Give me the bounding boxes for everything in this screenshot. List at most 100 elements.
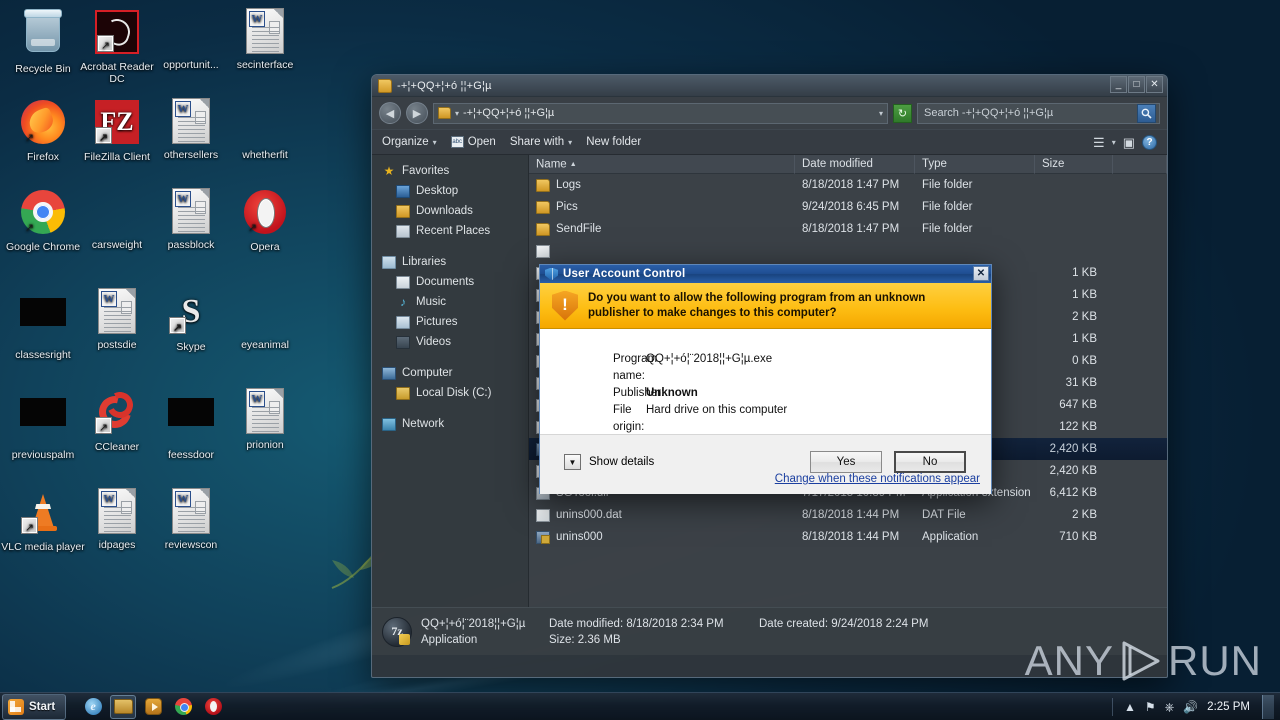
nav-item-network[interactable]: Network: [372, 414, 528, 434]
change-notifications-link[interactable]: Change when these notifications appear: [775, 473, 980, 485]
address-bar[interactable]: ▾ -+¦+QQ+¦+ó ¦¦+G¦µ ▾: [433, 102, 888, 124]
taskbar-clock[interactable]: 2:25 PM: [1207, 701, 1250, 713]
videos-icon: [396, 335, 410, 349]
show-hidden-icons-icon[interactable]: ▲: [1124, 701, 1136, 713]
column-header-date-modified[interactable]: Date modified: [795, 154, 915, 174]
status-date-created: Date created: 9/24/2018 2:24 PM: [759, 618, 928, 630]
minimize-button[interactable]: _: [1110, 76, 1127, 93]
vlc-icon: [19, 490, 67, 538]
close-icon[interactable]: ✕: [973, 266, 989, 281]
back-button[interactable]: ◀: [379, 102, 401, 124]
taskbar-item-media-player[interactable]: [140, 695, 166, 719]
uac-field-key: Program name:: [613, 353, 658, 382]
desktop-icon[interactable]: eyeanimal: [222, 288, 308, 351]
nav-item-downloads[interactable]: Downloads: [372, 201, 528, 221]
share-with-button[interactable]: Share with ▾: [510, 136, 572, 148]
nav-item-favorites[interactable]: ★ Favorites: [372, 161, 528, 181]
nav-item-libraries[interactable]: Libraries: [372, 252, 528, 272]
start-button[interactable]: Start: [2, 693, 67, 720]
show-details-toggle[interactable]: ▼ Show details: [564, 454, 654, 470]
word-document-glyph: W: [172, 488, 210, 534]
taskbar-item-internet-explorer[interactable]: [80, 695, 106, 719]
column-header-label: Type: [922, 157, 947, 170]
opera-icon: [204, 698, 222, 715]
file-row[interactable]: unins000.dat 8/18/2018 1:44 PM DAT File 2 K…: [529, 504, 1167, 526]
taskbar-item-opera[interactable]: [200, 695, 226, 719]
desktop-icon[interactable]: Wreviewscon: [148, 488, 234, 551]
music-icon: ♪: [400, 294, 406, 309]
desktop-icon[interactable]: whetherfit: [222, 98, 308, 161]
nav-item-videos[interactable]: Videos: [372, 332, 528, 352]
nav-item-pictures[interactable]: Pictures: [372, 312, 528, 332]
taskbar-quick-launch: [80, 694, 226, 719]
action-center-flag-icon[interactable]: ⚑: [1145, 701, 1156, 713]
search-box[interactable]: [917, 102, 1160, 124]
close-button[interactable]: ✕: [1146, 76, 1163, 93]
chevron-down-icon[interactable]: ▾: [1112, 138, 1116, 147]
column-header-spacer: [1113, 154, 1167, 174]
preview-pane-icon[interactable]: ▣: [1123, 136, 1135, 149]
user-account-control-dialog[interactable]: User Account Control ✕ ! Do you want to …: [539, 264, 992, 494]
yes-button[interactable]: Yes: [810, 451, 882, 473]
organize-button[interactable]: Organize ▾: [382, 136, 437, 148]
show-desktop-button[interactable]: [1262, 694, 1274, 719]
status-file-name: QQ+¦+ó¦¨2018¦¦+G¦µ: [421, 617, 526, 630]
maximize-button[interactable]: □: [1128, 76, 1145, 93]
firefox-glyph: [21, 100, 65, 146]
share-with-label: Share with: [509, 136, 565, 148]
uac-field: File origin: Hard drive on this computer: [540, 402, 991, 436]
chevron-down-icon[interactable]: ▾: [879, 109, 883, 118]
new-folder-button[interactable]: New folder: [586, 136, 641, 148]
desktop-icon[interactable]: Wsecinterface: [222, 8, 308, 71]
forward-button[interactable]: ▶: [406, 102, 428, 124]
search-icon[interactable]: [1137, 103, 1156, 123]
taskbar-item-google-chrome[interactable]: [170, 695, 196, 719]
word-document-icon: W: [93, 288, 141, 336]
file-name-text: unins000: [556, 531, 603, 543]
black-thumbnail-icon: [19, 298, 67, 346]
help-icon[interactable]: ?: [1142, 134, 1157, 150]
word-document-glyph: W: [98, 288, 136, 334]
refresh-icon[interactable]: ↻: [893, 103, 912, 123]
desktop-icon[interactable]: Opera: [222, 188, 308, 253]
open-button[interactable]: abc Open: [450, 136, 496, 148]
nav-item-recent-places[interactable]: Recent Places: [372, 221, 528, 241]
column-header-name[interactable]: Name ▲: [529, 154, 795, 174]
magnifier-glyph: [1141, 108, 1152, 119]
uac-question-text: Do you want to allow the following progr…: [588, 291, 926, 319]
blank-document-icon: [241, 288, 289, 336]
file-row[interactable]: Logs 8/18/2018 1:47 PM File folder: [529, 174, 1167, 196]
opera-glyph: [244, 190, 286, 236]
nav-item-computer[interactable]: Computer: [372, 363, 528, 383]
no-button[interactable]: No: [894, 451, 966, 473]
network-icon[interactable]: ⎈: [1165, 701, 1175, 713]
desktop-icon[interactable]: Wprionion: [222, 388, 308, 451]
search-input[interactable]: [924, 107, 1137, 119]
firefox-icon: [19, 100, 67, 148]
blank-document-glyph: [241, 288, 287, 334]
volume-icon[interactable]: 🔊: [1183, 701, 1198, 713]
explorer-titlebar[interactable]: -+¦+QQ+¦+ó ¦¦+G¦µ _ □ ✕: [372, 75, 1167, 97]
window-title: -+¦+QQ+¦+ó ¦¦+G¦µ: [397, 79, 492, 92]
nav-item-documents[interactable]: Documents: [372, 272, 528, 292]
file-date-cell: 8/18/2018 1:44 PM: [802, 509, 900, 521]
file-row[interactable]: SendFile 8/18/2018 1:47 PM File folder: [529, 218, 1167, 240]
view-mode-icon[interactable]: ☰: [1093, 136, 1105, 149]
nav-item-local-disk-c[interactable]: Local Disk (C:): [372, 383, 528, 403]
show-details-label: Show details: [589, 456, 655, 468]
nav-item-desktop[interactable]: Desktop: [372, 181, 528, 201]
file-row[interactable]: unins000 8/18/2018 1:44 PM Application 710 …: [529, 526, 1167, 548]
file-size-cell: 2,420 KB: [1049, 443, 1097, 455]
chevron-down-icon[interactable]: ▾: [455, 109, 459, 118]
column-header-type[interactable]: Type: [915, 154, 1035, 174]
uac-field-value: Hard drive on this computer: [646, 404, 788, 416]
taskbar-item-windows-explorer[interactable]: [110, 694, 137, 719]
opera-icon: [241, 190, 289, 238]
nav-item-music[interactable]: ♪ Music: [372, 292, 528, 312]
nav-item-label: Desktop: [416, 185, 459, 197]
column-header-size[interactable]: Size: [1035, 154, 1113, 174]
file-row[interactable]: [529, 240, 1167, 262]
nav-item-label: Downloads: [416, 205, 473, 217]
file-row[interactable]: Pics 9/24/2018 6:45 PM File folder: [529, 196, 1167, 218]
sort-ascending-icon: ▲: [569, 160, 577, 168]
